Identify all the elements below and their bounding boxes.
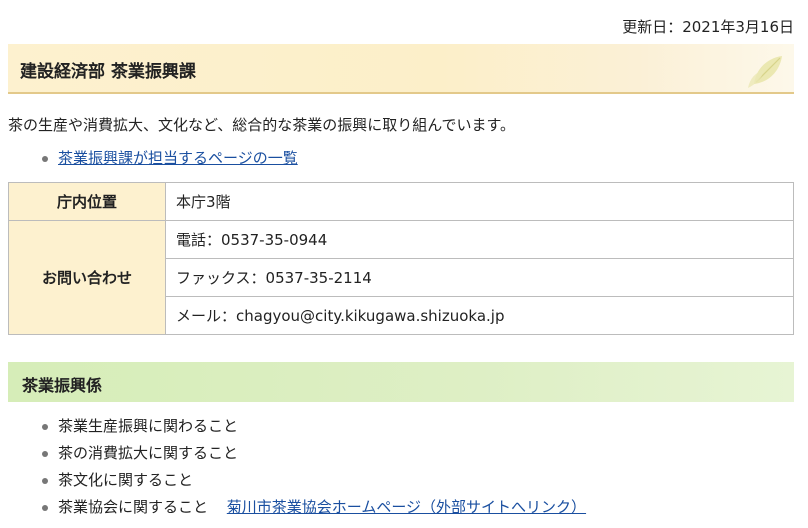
intro-text: 茶の生産や消費拡大、文化など、総合的な茶業の振興に取り組んでいます。 <box>8 116 516 134</box>
section-header: 茶業振興係 <box>8 362 794 402</box>
list-item: 茶業生産振興に関わること <box>42 416 586 443</box>
bullet-icon <box>42 156 48 162</box>
pages-list-link[interactable]: 茶業振興課が担当するページの一覧 <box>58 149 298 167</box>
duty-text: 茶業協会に関すること <box>58 498 209 516</box>
bullet-icon <box>42 478 48 484</box>
list-item: 茶業振興課が担当するページの一覧 <box>42 148 298 168</box>
fax-value: ファックス：0537-35-2114 <box>165 258 794 297</box>
bullet-icon <box>42 451 48 457</box>
email-value: メール：chagyou@city.kikugawa.shizuoka.jp <box>165 296 794 335</box>
page-title: 建設経済部 茶業振興課 <box>20 62 196 82</box>
location-value: 本庁3階 <box>165 182 794 221</box>
duty-text: 茶業生産振興に関わること <box>58 417 239 435</box>
inquiry-label: お問い合わせ <box>8 220 166 335</box>
phone-value: 電話：0537-35-0944 <box>165 220 794 259</box>
department-header: 建設経済部 茶業振興課 <box>8 44 794 94</box>
section-title: 茶業振興係 <box>22 376 103 395</box>
duty-text: 茶文化に関すること <box>58 471 194 489</box>
table-row: 庁内位置 本庁3階 <box>8 182 794 221</box>
related-links: 茶業振興課が担当するページの一覧 <box>42 148 298 168</box>
tea-leaf-icon <box>748 56 782 88</box>
list-item: 茶の消費拡大に関すること <box>42 443 586 470</box>
association-link[interactable]: 菊川市茶業協会ホームページ（外部サイトへリンク） <box>227 498 586 516</box>
bullet-icon <box>42 424 48 430</box>
location-label: 庁内位置 <box>8 182 166 221</box>
table-row: お問い合わせ 電話：0537-35-0944 <box>8 220 794 335</box>
updated-date: 更新日：2021年3月16日 <box>622 18 794 36</box>
bullet-icon <box>42 505 48 511</box>
list-item: 茶文化に関すること <box>42 470 586 497</box>
contact-table: 庁内位置 本庁3階 お問い合わせ 電話：0537-35-0944 ファックス：0… <box>8 182 794 335</box>
list-item: 茶業協会に関すること 菊川市茶業協会ホームページ（外部サイトへリンク） <box>42 497 586 524</box>
duties-list: 茶業生産振興に関わること 茶の消費拡大に関すること 茶文化に関すること 茶業協会… <box>42 416 586 524</box>
duty-text: 茶の消費拡大に関すること <box>58 444 239 462</box>
